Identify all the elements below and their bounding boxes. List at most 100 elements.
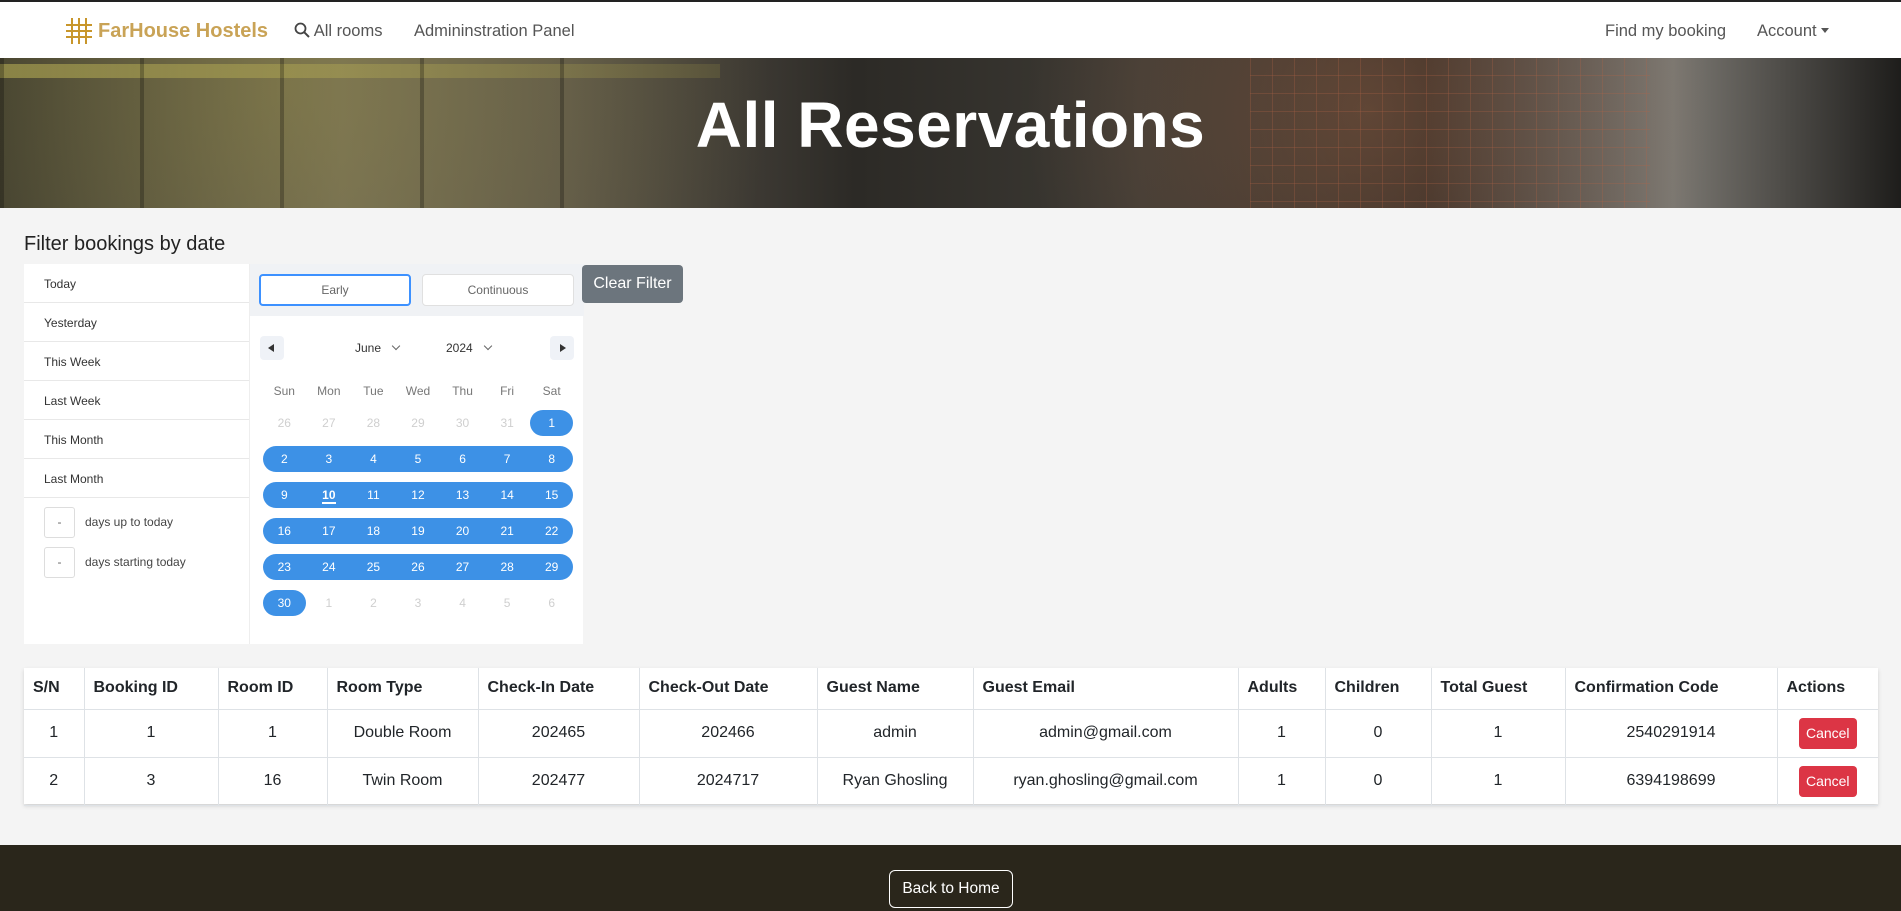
- back-to-home-button[interactable]: Back to Home: [889, 870, 1013, 908]
- calendar-day-outside[interactable]: 6: [529, 590, 574, 616]
- calendar-day[interactable]: 4: [351, 446, 396, 472]
- date-range-presets: Today Yesterday This Week Last Week This…: [24, 264, 249, 644]
- tab-early[interactable]: Early: [259, 274, 411, 306]
- footer: Back to Home: [0, 845, 1901, 911]
- cancel-button[interactable]: Cancel: [1798, 717, 1857, 749]
- nav-account-dropdown[interactable]: Account: [1757, 22, 1829, 41]
- column-header: Adults: [1238, 668, 1326, 710]
- calendar-day-number: 27: [455, 560, 470, 574]
- calendar-day-number: 22: [545, 524, 559, 538]
- chevron-down-icon: [483, 341, 492, 351]
- calendar-day[interactable]: 9: [262, 482, 307, 508]
- calendar-day[interactable]: 16: [262, 518, 307, 544]
- range-yesterday[interactable]: Yesterday: [24, 303, 249, 342]
- prev-month-icon[interactable]: [260, 336, 284, 360]
- month-select[interactable]: June: [355, 341, 401, 355]
- calendar-day-number: 21: [500, 524, 514, 538]
- calendar-day-number: 28: [500, 560, 514, 574]
- date-picker: Early Continuous June 2024 Sun Mon Tue W…: [249, 264, 584, 644]
- calendar-day[interactable]: 5: [396, 446, 441, 472]
- range-last-week[interactable]: Last Week: [24, 381, 249, 420]
- calendar-day[interactable]: 1: [529, 410, 574, 436]
- calendar-day[interactable]: 14: [485, 482, 530, 508]
- calendar-day-number: 4: [459, 596, 466, 610]
- calendar-day[interactable]: 3: [307, 446, 352, 472]
- range-this-week[interactable]: This Week: [24, 342, 249, 381]
- column-header: Check-Out Date: [639, 668, 818, 710]
- cell-booking-id: 3: [84, 757, 219, 806]
- calendar-day-outside[interactable]: 31: [485, 410, 530, 436]
- days-up-to-today-input[interactable]: -: [44, 506, 75, 538]
- calendar-day-outside[interactable]: 30: [440, 410, 485, 436]
- calendar-week: 16 17 18 19 20 21 22: [262, 513, 574, 549]
- days-starting-today-input[interactable]: -: [44, 546, 75, 578]
- days-starting-today-row: - days starting today: [24, 546, 249, 578]
- calendar-day[interactable]: 8: [529, 446, 574, 472]
- nav-all-rooms[interactable]: All rooms: [294, 22, 382, 41]
- calendar-day[interactable]: 12: [396, 482, 441, 508]
- next-month-icon[interactable]: [550, 336, 574, 360]
- calendar-day-outside[interactable]: 2: [351, 590, 396, 616]
- column-header: Guest Email: [973, 668, 1239, 710]
- calendar-day[interactable]: 24: [307, 554, 352, 580]
- calendar-day-number: 28: [366, 416, 381, 430]
- cancel-button[interactable]: Cancel: [1798, 765, 1857, 797]
- calendar-day[interactable]: 27: [440, 554, 485, 580]
- calendar-day[interactable]: 13: [440, 482, 485, 508]
- calendar-day[interactable]: 20: [440, 518, 485, 544]
- calendar-day-outside[interactable]: 27: [307, 410, 352, 436]
- weekday-label: Sun: [273, 384, 295, 398]
- month-navigation: June 2024: [250, 336, 584, 360]
- cell-guest-name: Ryan Ghosling: [817, 757, 974, 806]
- cell-room-type: Double Room: [327, 709, 479, 758]
- calendar-day[interactable]: 23: [262, 554, 307, 580]
- clear-filter-button[interactable]: Clear Filter: [582, 265, 683, 303]
- range-today[interactable]: Today: [24, 264, 249, 303]
- calendar-day[interactable]: 15: [529, 482, 574, 508]
- calendar-day-number: 20: [455, 524, 470, 538]
- calendar-day[interactable]: 30: [262, 590, 307, 616]
- nav-account-label: Account: [1757, 22, 1817, 40]
- calendar-day[interactable]: 22: [529, 518, 574, 544]
- calendar-day[interactable]: 19: [396, 518, 441, 544]
- brand-link[interactable]: FarHouse Hostels: [66, 18, 268, 44]
- search-icon: [294, 22, 310, 38]
- nav-find-booking[interactable]: Find my booking: [1605, 22, 1726, 41]
- calendar-week: 2 3 4 5 6 7 8: [262, 441, 574, 477]
- calendar-day[interactable]: 10: [307, 482, 352, 508]
- calendar-day[interactable]: 25: [351, 554, 396, 580]
- nav-admin-panel[interactable]: Admininstration Panel: [414, 22, 575, 41]
- range-last-month[interactable]: Last Month: [24, 459, 249, 498]
- calendar-day-outside[interactable]: 29: [396, 410, 441, 436]
- column-header: Guest Name: [817, 668, 974, 710]
- calendar-day-outside[interactable]: 5: [485, 590, 530, 616]
- range-this-month[interactable]: This Month: [24, 420, 249, 459]
- calendar-day-outside[interactable]: 1: [307, 590, 352, 616]
- calendar-day-number: 18: [366, 524, 381, 538]
- cell-check-in: 202465: [478, 709, 640, 758]
- calendar-day[interactable]: 17: [307, 518, 352, 544]
- calendar-day-outside[interactable]: 28: [351, 410, 396, 436]
- calendar-day[interactable]: 11: [351, 482, 396, 508]
- column-header: S/N: [24, 668, 85, 710]
- calendar-day[interactable]: 18: [351, 518, 396, 544]
- calendar-day[interactable]: 6: [440, 446, 485, 472]
- page-title: All Reservations: [695, 89, 1206, 161]
- weekday-label: Mon: [317, 384, 341, 398]
- calendar-day-outside[interactable]: 4: [440, 590, 485, 616]
- calendar-day-number: 31: [500, 416, 514, 430]
- calendar-day[interactable]: 29: [529, 554, 574, 580]
- tab-continuous[interactable]: Continuous: [422, 274, 574, 306]
- year-select[interactable]: 2024: [446, 341, 492, 355]
- calendar-day-number: 27: [322, 416, 336, 430]
- calendar-day-outside[interactable]: 3: [396, 590, 441, 616]
- calendar-day-outside[interactable]: 26: [262, 410, 307, 436]
- calendar-day[interactable]: 26: [396, 554, 441, 580]
- calendar-day[interactable]: 28: [485, 554, 530, 580]
- calendar-day[interactable]: 2: [262, 446, 307, 472]
- calendar-day[interactable]: 21: [485, 518, 530, 544]
- column-header: Total Guest: [1431, 668, 1566, 710]
- calendar-day[interactable]: 7: [485, 446, 530, 472]
- calendar-day-number: 5: [503, 596, 511, 610]
- cell-children: 0: [1325, 709, 1432, 758]
